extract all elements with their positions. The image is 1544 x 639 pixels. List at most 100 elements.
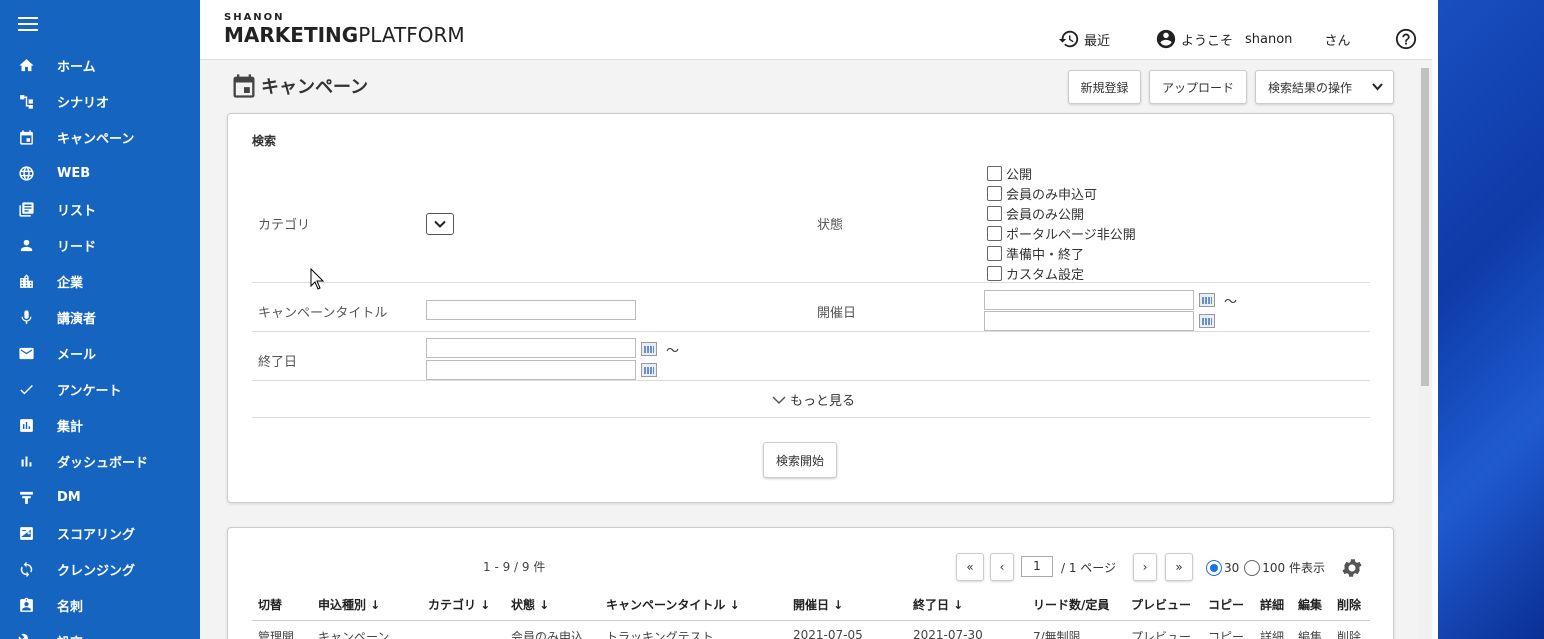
sidebar-item-label: メール: [57, 347, 97, 363]
main-area: SHANON MARKETINGPLATFORM 最近 ようこそ shanon …: [200, 0, 1432, 639]
end-date-from-input[interactable]: [426, 338, 636, 358]
user-menu[interactable]: ようこそ shanon さん: [1155, 28, 1350, 50]
copy-link[interactable]: コピー: [1208, 628, 1244, 639]
campaign-title-label: キャンペーンタイトル: [258, 306, 388, 321]
table-cell: 2021-07-30: [913, 628, 983, 639]
sidebar-item-lead[interactable]: リード: [0, 227, 200, 263]
home-icon: [17, 56, 35, 74]
sidebar-item-cleansing[interactable]: クレンジング: [0, 551, 200, 587]
sidebar-item-campaign[interactable]: キャンペーン: [0, 119, 200, 155]
checkbox[interactable]: [987, 225, 1002, 241]
sidebar-item-web[interactable]: WEB: [0, 155, 200, 191]
last-page-button[interactable]: »: [1165, 553, 1193, 581]
sidebar-item-label: 講演者: [57, 311, 97, 327]
checkbox[interactable]: [987, 245, 1002, 261]
upload-button[interactable]: アップロード: [1149, 70, 1247, 104]
status-checkbox[interactable]: 公開: [987, 163, 1136, 183]
calendar-picker-icon[interactable]: [1199, 293, 1215, 307]
sidebar-item-speaker[interactable]: 講演者: [0, 299, 200, 335]
table-cell[interactable]: トラッキングテスト: [606, 628, 714, 639]
status-checkbox[interactable]: 会員のみ公開: [987, 203, 1136, 223]
calendar-icon: [17, 128, 35, 146]
calendar-picker-icon[interactable]: [641, 363, 657, 377]
column-header[interactable]: 状態 ↓: [511, 596, 549, 613]
sidebar-item-business-card[interactable]: 名刺: [0, 587, 200, 623]
page-number-input[interactable]: 1: [1021, 556, 1053, 577]
logo-top-text: SHANON: [224, 12, 285, 23]
status-checkbox[interactable]: ポータルページ非公開: [987, 223, 1136, 243]
welcome-label: ようこそ: [1181, 33, 1234, 49]
sidebar-item-settings[interactable]: 設定: [0, 623, 200, 639]
table-cell: 2021-07-05: [793, 628, 863, 639]
checkbox[interactable]: [987, 165, 1002, 181]
status-checkbox[interactable]: 準備中・終了: [987, 243, 1136, 263]
show-more-label: もっと見る: [790, 394, 856, 409]
sidebar-item-label: リード: [57, 239, 97, 255]
detail-link[interactable]: 詳細: [1260, 628, 1284, 639]
sidebar-item-home[interactable]: ホーム: [0, 47, 200, 83]
per-page-100-radio[interactable]: [1244, 559, 1261, 576]
column-header[interactable]: カテゴリ ↓: [428, 596, 490, 613]
column-header: コピー: [1208, 598, 1245, 612]
table-cell[interactable]: 管理開: [258, 628, 294, 639]
search-submit-button[interactable]: 検索開始: [763, 442, 837, 478]
sidebar-item-company[interactable]: 企業: [0, 263, 200, 299]
sidebar-item-scenario[interactable]: シナリオ: [0, 83, 200, 119]
end-date-to-input[interactable]: [426, 360, 636, 380]
column-header[interactable]: 開催日 ↓: [793, 596, 843, 613]
search-result-operations-select[interactable]: 検索結果の操作: [1255, 70, 1394, 104]
scrollbar-thumb[interactable]: [1421, 68, 1429, 386]
preview-link[interactable]: プレビュー: [1131, 628, 1191, 639]
new-register-button[interactable]: 新規登録: [1068, 70, 1141, 104]
logo-marketing: MARKETING: [224, 23, 359, 47]
checkbox-label: カスタム設定: [1006, 267, 1085, 283]
category-select[interactable]: [426, 213, 454, 235]
mouse-cursor-icon: [310, 268, 324, 290]
sidebar-item-list[interactable]: リスト: [0, 191, 200, 227]
vertical-scrollbar[interactable]: [1419, 68, 1431, 639]
first-page-button[interactable]: «: [956, 553, 984, 581]
next-page-button[interactable]: ›: [1133, 553, 1157, 581]
sidebar-item-label: クレンジング: [57, 563, 136, 579]
recent-button[interactable]: 最近: [1058, 28, 1110, 50]
hamburger-menu-icon[interactable]: [18, 17, 38, 33]
sidebar-item-survey[interactable]: アンケート: [0, 371, 200, 407]
status-checkbox[interactable]: 会員のみ申込可: [987, 183, 1136, 203]
page-title-text: キャンペーン: [261, 77, 369, 98]
calendar-picker-icon[interactable]: [1199, 314, 1215, 328]
campaign-title-input[interactable]: [426, 300, 636, 320]
status-checkbox[interactable]: カスタム設定: [987, 263, 1136, 283]
column-header[interactable]: 申込種別 ↓: [318, 596, 380, 613]
logo[interactable]: SHANON MARKETINGPLATFORM: [224, 12, 465, 47]
scenario-icon: [17, 92, 35, 110]
building-icon: [17, 272, 35, 290]
edit-link[interactable]: 編集: [1298, 628, 1322, 639]
desktop-background: [1432, 0, 1544, 639]
account-icon: [1156, 29, 1176, 49]
sidebar-item-label: キャンペーン: [57, 131, 135, 147]
sidebar-item-report[interactable]: 集計: [0, 407, 200, 443]
show-more-toggle[interactable]: もっと見る: [772, 390, 855, 409]
table-cell: キャンペーン: [318, 630, 390, 639]
help-icon[interactable]: [1395, 28, 1417, 50]
checkbox[interactable]: [987, 265, 1002, 281]
sidebar-item-dashboard[interactable]: ダッシュボード: [0, 443, 200, 479]
column-header[interactable]: キャンペーンタイトル ↓: [606, 596, 740, 613]
sidebar-item-mail[interactable]: メール: [0, 335, 200, 371]
calendar-picker-icon[interactable]: [641, 342, 657, 356]
delete-link[interactable]: 削除: [1337, 628, 1361, 639]
checkbox[interactable]: [987, 185, 1002, 201]
divider: [252, 331, 1370, 332]
start-date-to-input[interactable]: [984, 311, 1194, 331]
microphone-icon: [17, 308, 35, 326]
status-label: 状態: [817, 218, 844, 233]
sidebar-item-label: 企業: [57, 275, 84, 291]
sidebar-item-dm[interactable]: DM: [0, 479, 200, 515]
per-page-30-radio[interactable]: [1206, 559, 1222, 576]
gear-icon[interactable]: [1340, 556, 1364, 580]
start-date-from-input[interactable]: [984, 290, 1194, 310]
checkbox[interactable]: [987, 205, 1002, 221]
sidebar-item-scoring[interactable]: スコアリング: [0, 515, 200, 551]
column-header[interactable]: 終了日 ↓: [913, 596, 963, 613]
prev-page-button[interactable]: ‹: [990, 553, 1014, 581]
